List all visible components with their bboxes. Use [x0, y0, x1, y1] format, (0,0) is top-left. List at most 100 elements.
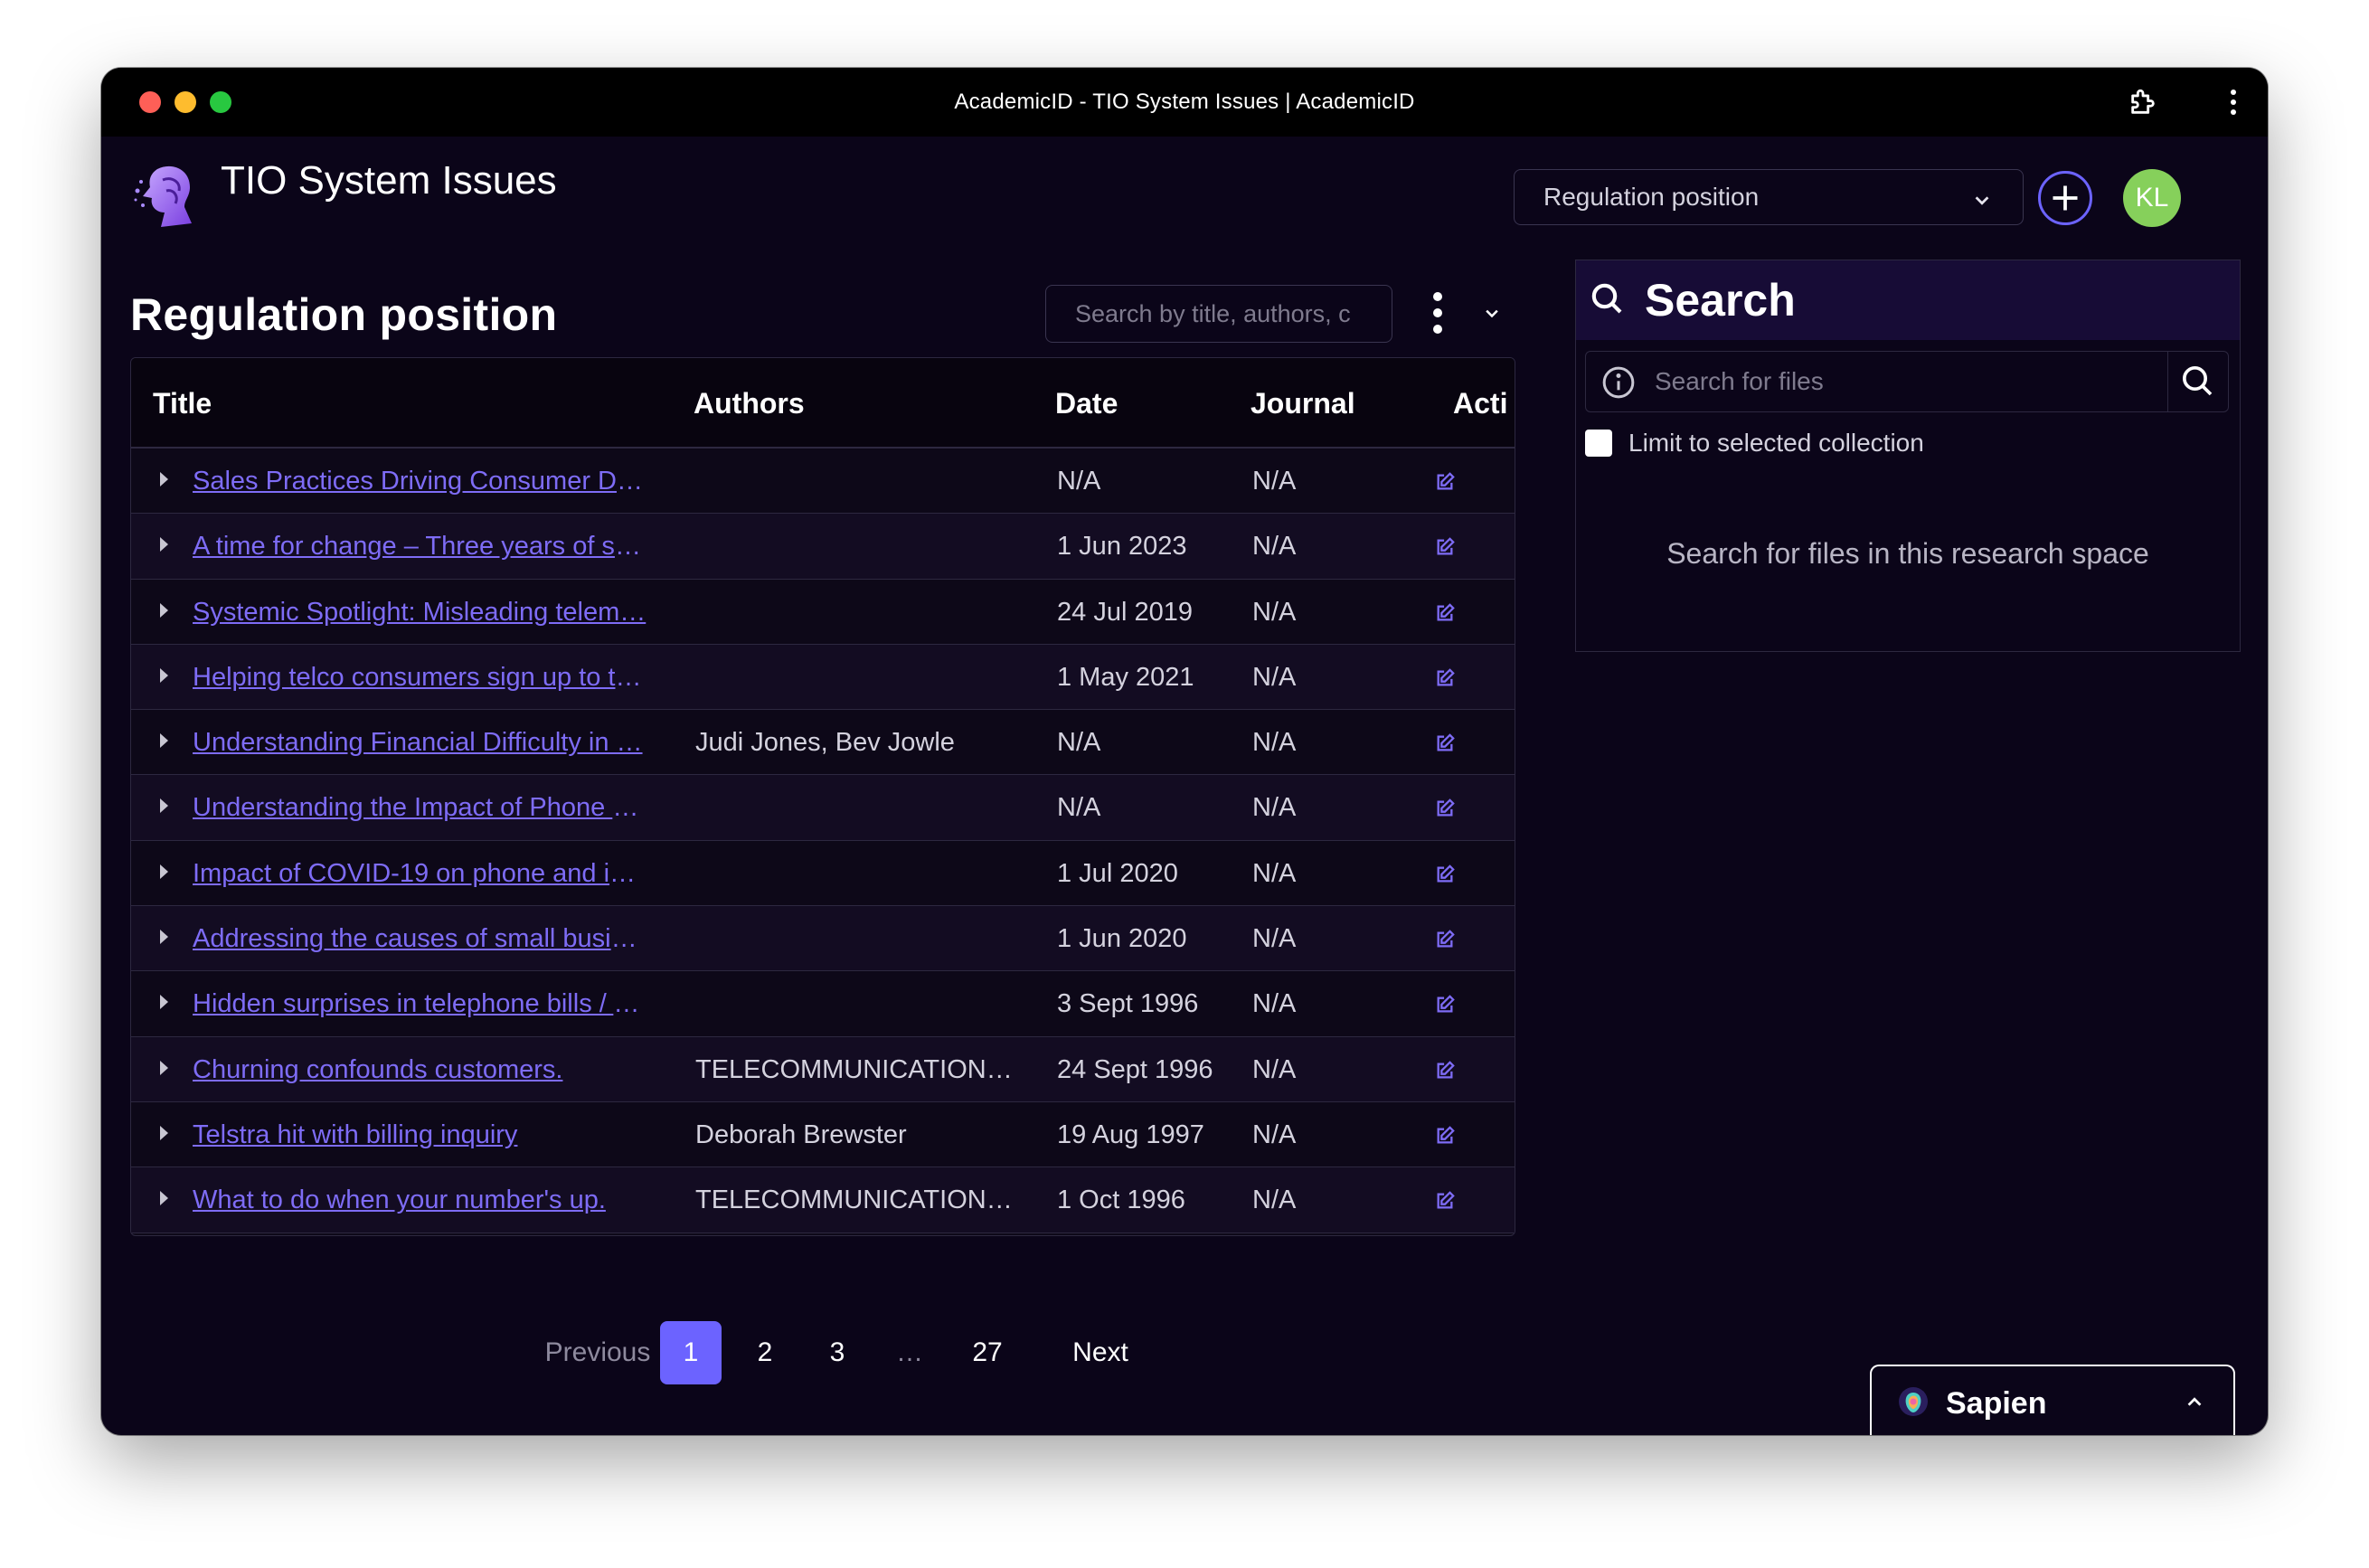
- page-button-27[interactable]: 27: [951, 1321, 1024, 1384]
- document-title-link[interactable]: What to do when your number's up.: [193, 1185, 647, 1215]
- document-date: 1 Jun 2023: [1057, 532, 1187, 562]
- pagination: Previous 1 2 3 … 27 Next: [101, 1321, 1544, 1384]
- document-title-link[interactable]: Understanding Financial Difficulty in …: [193, 728, 647, 758]
- document-title-link[interactable]: Understanding the Impact of Phone a…: [193, 793, 647, 823]
- expand-row-icon[interactable]: [160, 930, 168, 945]
- next-page-button[interactable]: Next: [1051, 1321, 1150, 1384]
- close-window-button[interactable]: [139, 91, 161, 113]
- table-search-input[interactable]: Search by title, authors, c: [1045, 285, 1392, 343]
- expand-row-icon[interactable]: [160, 995, 168, 1010]
- document-title-link[interactable]: Impact of COVID-19 on phone and inte…: [193, 859, 647, 889]
- section-title: Regulation position: [130, 289, 558, 340]
- document-date: 1 Oct 1996: [1057, 1185, 1185, 1215]
- edit-icon[interactable]: [1435, 1191, 1455, 1211]
- document-journal: N/A: [1252, 728, 1297, 758]
- expand-row-icon[interactable]: [160, 667, 168, 683]
- expand-row-icon[interactable]: [160, 472, 168, 486]
- documents-table: Title Authors Date Journal Acti Sales Pr…: [130, 357, 1515, 1236]
- edit-icon[interactable]: [1435, 864, 1455, 884]
- document-title-link[interactable]: Hidden surprises in telephone bills / T…: [193, 989, 647, 1019]
- edit-icon[interactable]: [1435, 930, 1455, 949]
- document-journal: N/A: [1252, 1054, 1297, 1084]
- page-button-2[interactable]: 2: [734, 1321, 796, 1384]
- document-title-link[interactable]: A time for change – Three years of sys…: [193, 532, 647, 562]
- chevron-down-icon[interactable]: [1481, 305, 1503, 327]
- edit-icon[interactable]: [1435, 733, 1455, 753]
- edit-icon[interactable]: [1435, 995, 1455, 1015]
- expand-row-icon[interactable]: [160, 1191, 168, 1206]
- chevron-down-icon: [1972, 188, 1992, 217]
- table-options-icon[interactable]: [1429, 290, 1447, 335]
- document-authors: Judi Jones, Bev Jowle: [695, 728, 955, 758]
- view-select[interactable]: Regulation position: [1514, 169, 2024, 225]
- user-avatar[interactable]: KL: [2123, 169, 2181, 227]
- browser-menu-icon[interactable]: [2217, 86, 2250, 118]
- edit-icon[interactable]: [1435, 472, 1455, 492]
- document-title-link[interactable]: Churning confounds customers.: [193, 1055, 647, 1085]
- document-journal: N/A: [1252, 662, 1297, 692]
- page-button-3[interactable]: 3: [807, 1321, 868, 1384]
- sapien-assistant-tab[interactable]: Sapien: [1870, 1365, 2235, 1435]
- app-title: TIO System Issues: [221, 158, 557, 203]
- minimize-window-button[interactable]: [175, 91, 196, 113]
- extensions-icon[interactable]: [2127, 86, 2159, 118]
- edit-icon[interactable]: [1435, 537, 1455, 557]
- edit-icon[interactable]: [1435, 1060, 1455, 1081]
- previous-page-button[interactable]: Previous: [521, 1321, 675, 1384]
- column-header-journal[interactable]: Journal: [1251, 387, 1355, 420]
- search-panel-title: Search: [1645, 275, 1796, 326]
- expand-row-icon[interactable]: [160, 1125, 168, 1140]
- document-title-link[interactable]: Sales Practices Driving Consumer Debt: [193, 467, 647, 496]
- expand-row-icon[interactable]: [160, 798, 168, 814]
- document-date: 1 Jun 2020: [1057, 924, 1187, 954]
- expand-row-icon[interactable]: [160, 1060, 168, 1075]
- document-authors: TELECOMMUNICATIONS I…: [695, 1054, 1014, 1084]
- expand-row-icon[interactable]: [160, 537, 168, 553]
- document-title-link[interactable]: Systemic Spotlight: Misleading telem…: [193, 598, 647, 628]
- column-header-date[interactable]: Date: [1055, 387, 1118, 420]
- table-header: Title Authors Date Journal Acti: [131, 358, 1515, 449]
- limit-collection-option[interactable]: Limit to selected collection: [1585, 429, 1924, 458]
- document-title-link[interactable]: Addressing the causes of small busin…: [193, 924, 647, 954]
- chevron-up-icon[interactable]: [2183, 1392, 2206, 1416]
- document-journal: N/A: [1252, 597, 1297, 627]
- edit-icon[interactable]: [1435, 798, 1455, 818]
- document-journal: N/A: [1252, 989, 1297, 1019]
- title-bar: AcademicID - TIO System Issues | Academi…: [101, 68, 2268, 137]
- edit-icon[interactable]: [1435, 1126, 1455, 1146]
- document-journal: N/A: [1252, 858, 1297, 888]
- document-date: 24 Jul 2019: [1057, 597, 1193, 627]
- table-row: What to do when your number's up. TELECO…: [131, 1167, 1515, 1233]
- column-header-title[interactable]: Title: [153, 387, 212, 420]
- search-panel: Search Search for files Limit to selecte…: [1575, 260, 2241, 652]
- search-icon: [1589, 280, 1625, 321]
- document-journal: N/A: [1252, 793, 1297, 823]
- page-button-1[interactable]: 1: [660, 1321, 722, 1384]
- table-body: Sales Practices Driving Consumer Debt N/…: [131, 449, 1515, 1233]
- expand-row-icon[interactable]: [160, 733, 168, 749]
- academicid-logo-icon[interactable]: [130, 160, 201, 231]
- document-authors: TELECOMMUNICATIONS I…: [695, 1185, 1014, 1215]
- document-date: N/A: [1057, 728, 1101, 758]
- column-header-authors[interactable]: Authors: [694, 387, 805, 420]
- view-select-value: Regulation position: [1543, 183, 1760, 211]
- document-title-link[interactable]: Helping telco consumers sign up to th…: [193, 663, 647, 693]
- edit-icon[interactable]: [1435, 602, 1455, 623]
- edit-icon[interactable]: [1435, 668, 1455, 688]
- document-authors: Deborah Brewster: [695, 1119, 907, 1149]
- limit-collection-label: Limit to selected collection: [1628, 429, 1924, 457]
- search-submit-icon[interactable]: [2179, 363, 2215, 403]
- document-date: 1 May 2021: [1057, 662, 1194, 692]
- maximize-window-button[interactable]: [210, 91, 231, 113]
- add-button[interactable]: [2038, 171, 2092, 225]
- file-search-input[interactable]: Search for files: [1585, 351, 2229, 412]
- document-title-link[interactable]: Telstra hit with billing inquiry: [193, 1120, 647, 1150]
- window-title: AcademicID - TIO System Issues | Academi…: [954, 90, 1415, 114]
- window-controls: [139, 91, 231, 113]
- expand-row-icon[interactable]: [160, 864, 168, 879]
- limit-collection-checkbox[interactable]: [1585, 430, 1612, 457]
- info-icon[interactable]: [1600, 364, 1637, 405]
- expand-row-icon[interactable]: [160, 602, 168, 618]
- table-row: Churning confounds customers. TELECOMMUN…: [131, 1036, 1515, 1102]
- table-row: Addressing the causes of small busin… 1 …: [131, 906, 1515, 972]
